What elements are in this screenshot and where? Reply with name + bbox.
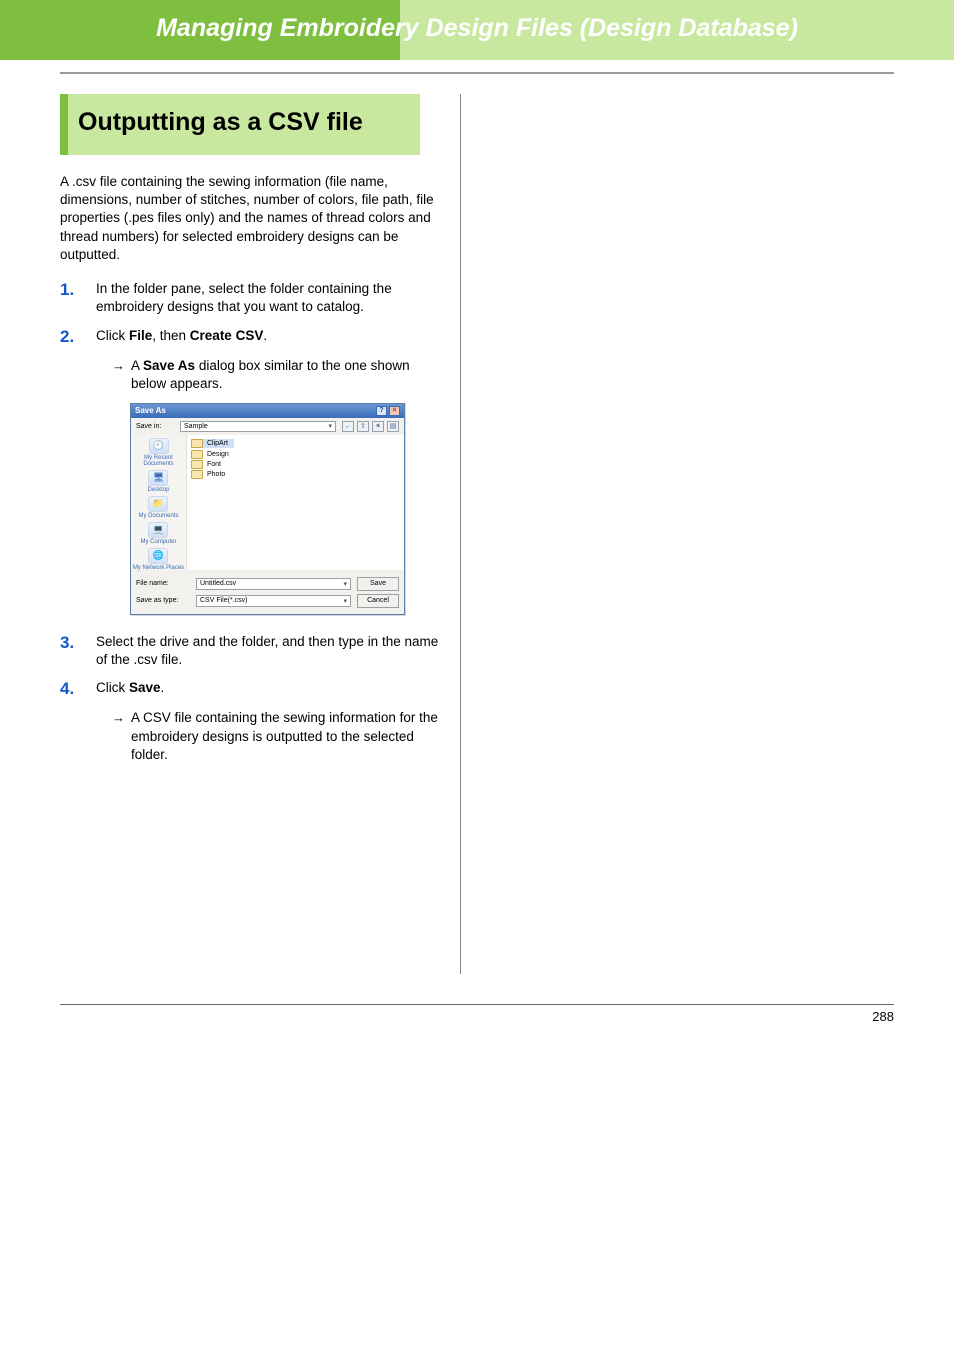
folder-clipart-label: ClipArt [207, 440, 228, 447]
s2sub-bold: Save As [143, 358, 195, 373]
place-mynet-label: My Network Places [133, 565, 184, 571]
chevron-down-icon: ▾ [328, 422, 332, 430]
savein-dropdown[interactable]: Sample ▾ [180, 421, 336, 432]
file-list-area[interactable]: ClipArt Design Font Photo [187, 435, 404, 570]
step-number-4: 4. [60, 679, 96, 699]
folder-icon [191, 450, 203, 459]
s2sub-prefix: A [131, 358, 143, 373]
back-icon[interactable]: ← [342, 421, 354, 432]
savein-label: Save in: [136, 423, 180, 430]
place-desktop-label: Desktop [147, 487, 169, 493]
rule-top [60, 72, 894, 74]
arrow-icon: → [112, 709, 125, 727]
page-number: 288 [872, 1009, 894, 1024]
step-number-3: 3. [60, 633, 96, 653]
step-3: 3. Select the drive and the folder, and … [60, 633, 442, 669]
places-bar: 🕘My Recent Documents 🖥Desktop 📁My Docume… [131, 435, 187, 570]
arrow-icon: → [112, 357, 125, 375]
filetype-value: CSV File(*.csv) [200, 597, 247, 604]
step4-prefix: Click [96, 680, 129, 695]
content-area: Outputting as a CSV file A .csv file con… [0, 94, 954, 1004]
close-button[interactable]: × [389, 406, 400, 416]
step-4: 4. Click Save. [60, 679, 442, 699]
step-2-text: Click File, then Create CSV. [96, 327, 267, 345]
section-heading: Outputting as a CSV file [78, 108, 404, 137]
filename-input[interactable]: Untitled.csv ▾ [196, 578, 351, 590]
header-title: Managing Embroidery Design Files (Design… [0, 0, 954, 57]
step-number-1: 1. [60, 280, 96, 300]
place-mycomp[interactable]: 💻My Computer [140, 522, 176, 545]
step2-prefix: Click [96, 328, 129, 343]
step4-sub-text: A CSV file containing the sewing informa… [131, 709, 442, 764]
saveas-title-text: Save As [135, 406, 166, 415]
folder-icon [191, 439, 203, 448]
page-header: Managing Embroidery Design Files (Design… [0, 0, 954, 60]
step-1: 1. In the folder pane, select the folder… [60, 280, 442, 316]
cancel-button[interactable]: Cancel [357, 594, 399, 608]
saveas-bottom: File name: Untitled.csv ▾ Save Save as t… [131, 570, 404, 614]
savein-value: Sample [184, 423, 208, 430]
step-2-substep: → A Save As dialog box similar to the on… [112, 357, 442, 393]
toolbar-icons: ← ⇧ ✶ ▤ [342, 421, 399, 432]
filetype-dropdown[interactable]: CSV File(*.csv) ▾ [196, 595, 351, 607]
step-4-substep: → A CSV file containing the sewing infor… [112, 709, 442, 764]
saveas-dialog-figure: Save As ? × Save in: Sample ▾ ← [130, 403, 442, 615]
place-recent[interactable]: 🕘My Recent Documents [131, 438, 186, 467]
save-button[interactable]: Save [357, 577, 399, 591]
saveas-titlebar: Save As ? × [131, 404, 404, 418]
place-recent-label: My Recent Documents [131, 455, 186, 467]
step-number-2: 2. [60, 327, 96, 347]
folder-photo[interactable]: Photo [191, 470, 400, 479]
step-4-text: Click Save. [96, 679, 164, 697]
step2-sub-text: A Save As dialog box similar to the one … [131, 357, 442, 393]
folder-font-label: Font [207, 461, 221, 468]
folder-design[interactable]: Design [191, 450, 400, 459]
step4-suffix: . [161, 680, 165, 695]
saveas-body: 🕘My Recent Documents 🖥Desktop 📁My Docume… [131, 435, 404, 570]
place-mycomp-label: My Computer [140, 539, 176, 545]
step-1-text: In the folder pane, select the folder co… [96, 280, 442, 316]
filename-row: File name: Untitled.csv ▾ Save [136, 577, 399, 591]
chevron-down-icon: ▾ [343, 580, 347, 588]
intro-paragraph: A .csv file containing the sewing inform… [60, 173, 442, 264]
folder-font[interactable]: Font [191, 460, 400, 469]
step2-suffix: . [263, 328, 267, 343]
folder-design-label: Design [207, 451, 229, 458]
step-3-text: Select the drive and the folder, and the… [96, 633, 442, 669]
filename-label: File name: [136, 580, 190, 587]
folder-icon [191, 460, 203, 469]
filename-value: Untitled.csv [200, 580, 236, 587]
right-column [461, 94, 894, 974]
filetype-label: Save as type: [136, 597, 190, 604]
step-2: 2. Click File, then Create CSV. [60, 327, 442, 347]
chevron-down-icon: ▾ [343, 597, 347, 605]
filetype-row: Save as type: CSV File(*.csv) ▾ Cancel [136, 594, 399, 608]
folder-photo-label: Photo [207, 471, 225, 478]
page-footer: 288 [60, 1004, 894, 1024]
up-icon[interactable]: ⇧ [357, 421, 369, 432]
step4-action: Save [129, 680, 161, 695]
section-heading-box: Outputting as a CSV file [60, 94, 420, 155]
step2-menu2: Create CSV [190, 328, 264, 343]
newfolder-icon[interactable]: ✶ [372, 421, 384, 432]
views-icon[interactable]: ▤ [387, 421, 399, 432]
place-mydocs[interactable]: 📁My Documents [138, 496, 178, 519]
place-desktop[interactable]: 🖥Desktop [147, 470, 169, 493]
step2-menu1: File [129, 328, 152, 343]
titlebar-buttons: ? × [376, 406, 400, 416]
place-mynet[interactable]: 🌐My Network Places [133, 548, 184, 571]
step2-mid: , then [152, 328, 190, 343]
left-column: Outputting as a CSV file A .csv file con… [60, 94, 460, 974]
place-mydocs-label: My Documents [138, 513, 178, 519]
saveas-toolbar: Save in: Sample ▾ ← ⇧ ✶ ▤ [131, 418, 404, 435]
help-button[interactable]: ? [376, 406, 387, 416]
saveas-dialog: Save As ? × Save in: Sample ▾ ← [130, 403, 405, 615]
folder-clipart[interactable]: ClipArt [191, 439, 234, 448]
folder-icon [191, 470, 203, 479]
